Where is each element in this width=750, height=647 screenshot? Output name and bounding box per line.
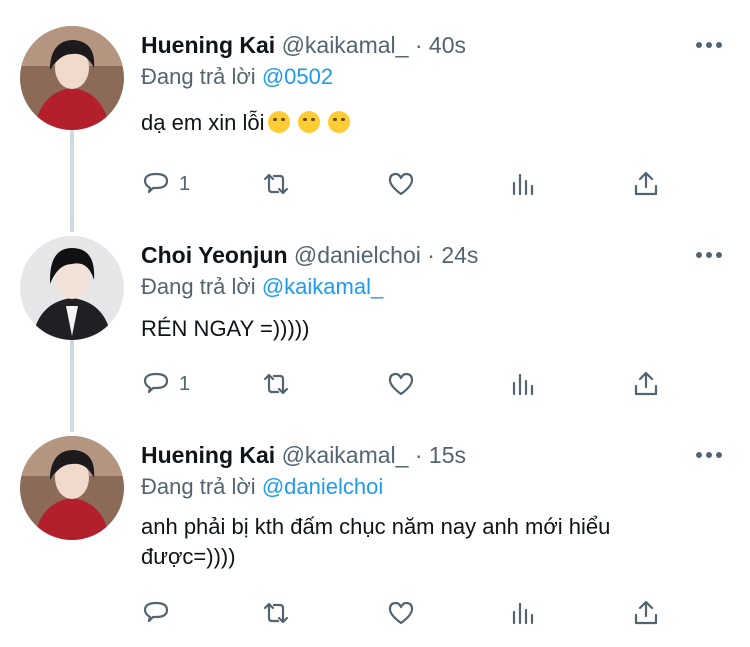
retweet-icon — [263, 373, 289, 395]
share-icon — [634, 371, 658, 396]
tweet-text-content: RÉN NGAY =))))) — [141, 316, 310, 341]
reply-count: 1 — [179, 172, 191, 195]
retweet-icon — [263, 173, 289, 195]
replying-to-label: Đang trả lời — [141, 64, 256, 89]
like-button[interactable] — [386, 596, 416, 630]
username[interactable]: @danielchoi — [294, 242, 421, 268]
separator-dot: · — [427, 242, 435, 268]
reply-button[interactable]: 1 — [141, 167, 190, 201]
tweet-text: anh phải bị kth đấm chục năm nay anh mới… — [141, 512, 701, 572]
analytics-button[interactable] — [509, 367, 539, 401]
more-icon[interactable] — [694, 450, 724, 460]
replying-to: Đang trả lời @0502 — [141, 62, 333, 92]
username[interactable]: @kaikamal_ — [282, 32, 409, 58]
tweet-text: dạ em xin lỗi — [141, 108, 721, 138]
action-bar — [141, 596, 681, 630]
avatar[interactable] — [20, 436, 124, 540]
username[interactable]: @kaikamal_ — [282, 442, 409, 468]
tweet-text-content: dạ em xin lỗi — [141, 110, 265, 135]
holding-back-tears-emoji-icon — [327, 111, 350, 133]
analytics-icon — [512, 602, 534, 625]
timestamp[interactable]: 24s — [441, 242, 478, 268]
analytics-button[interactable] — [509, 596, 539, 630]
tweet[interactable]: Choi Yeonjun @danielchoi · 24s Đang trả … — [0, 236, 750, 426]
reply-icon — [143, 372, 169, 394]
tweet-text-content: anh phải bị kth đấm chục năm nay anh mới… — [141, 514, 611, 569]
analytics-button[interactable] — [509, 167, 539, 201]
retweet-icon — [263, 602, 289, 624]
replying-to-label: Đang trả lời — [141, 474, 256, 499]
share-button[interactable] — [631, 596, 661, 630]
analytics-icon — [512, 373, 534, 396]
tweet-header: Choi Yeonjun @danielchoi · 24s — [141, 240, 478, 270]
mention-link[interactable]: @0502 — [262, 64, 333, 89]
timestamp[interactable]: 40s — [429, 32, 466, 58]
separator-dot: · — [414, 32, 423, 58]
retweet-button[interactable] — [261, 367, 291, 401]
tweet[interactable]: Huening Kai @kaikamal_ · 15s Đang trả lờ… — [0, 436, 750, 641]
mention-link[interactable]: @kaikamal_ — [262, 274, 383, 299]
reply-icon — [143, 172, 169, 194]
action-bar: 1 — [141, 367, 681, 401]
relieved-emoji-icon — [267, 111, 290, 133]
like-icon — [388, 601, 414, 625]
timestamp[interactable]: 15s — [429, 442, 466, 468]
like-icon — [388, 172, 414, 196]
retweet-button[interactable] — [261, 596, 291, 630]
tweet-header: Huening Kai @kaikamal_ · 15s — [141, 440, 466, 470]
mention-link[interactable]: @danielchoi — [262, 474, 383, 499]
more-icon[interactable] — [694, 40, 724, 50]
like-button[interactable] — [386, 167, 416, 201]
tweet-text: RÉN NGAY =))))) — [141, 314, 721, 344]
share-button[interactable] — [631, 167, 661, 201]
tweet-header: Huening Kai @kaikamal_ · 40s — [141, 30, 466, 60]
analytics-icon — [512, 173, 534, 196]
replying-to: Đang trả lời @kaikamal_ — [141, 272, 383, 302]
reply-button[interactable] — [141, 596, 171, 630]
avatar[interactable] — [20, 26, 124, 130]
action-bar: 1 — [141, 167, 681, 201]
avatar[interactable] — [20, 236, 124, 340]
reply-count: 1 — [179, 372, 191, 395]
tweet[interactable]: Huening Kai @kaikamal_ · 40s Đang trả lờ… — [0, 26, 750, 216]
reply-button[interactable]: 1 — [141, 367, 190, 401]
share-button[interactable] — [631, 367, 661, 401]
replying-to: Đang trả lời @danielchoi — [141, 472, 383, 502]
reply-icon — [143, 601, 169, 623]
replying-to-label: Đang trả lời — [141, 274, 256, 299]
like-icon — [388, 372, 414, 396]
display-name[interactable]: Huening Kai — [141, 32, 275, 58]
more-icon[interactable] — [694, 250, 724, 260]
sweat-smile-emoji-icon — [297, 111, 320, 133]
like-button[interactable] — [386, 367, 416, 401]
display-name[interactable]: Choi Yeonjun — [141, 242, 288, 268]
display-name[interactable]: Huening Kai — [141, 442, 275, 468]
retweet-button[interactable] — [261, 167, 291, 201]
share-icon — [634, 171, 658, 196]
separator-dot: · — [414, 442, 423, 468]
share-icon — [634, 600, 658, 625]
